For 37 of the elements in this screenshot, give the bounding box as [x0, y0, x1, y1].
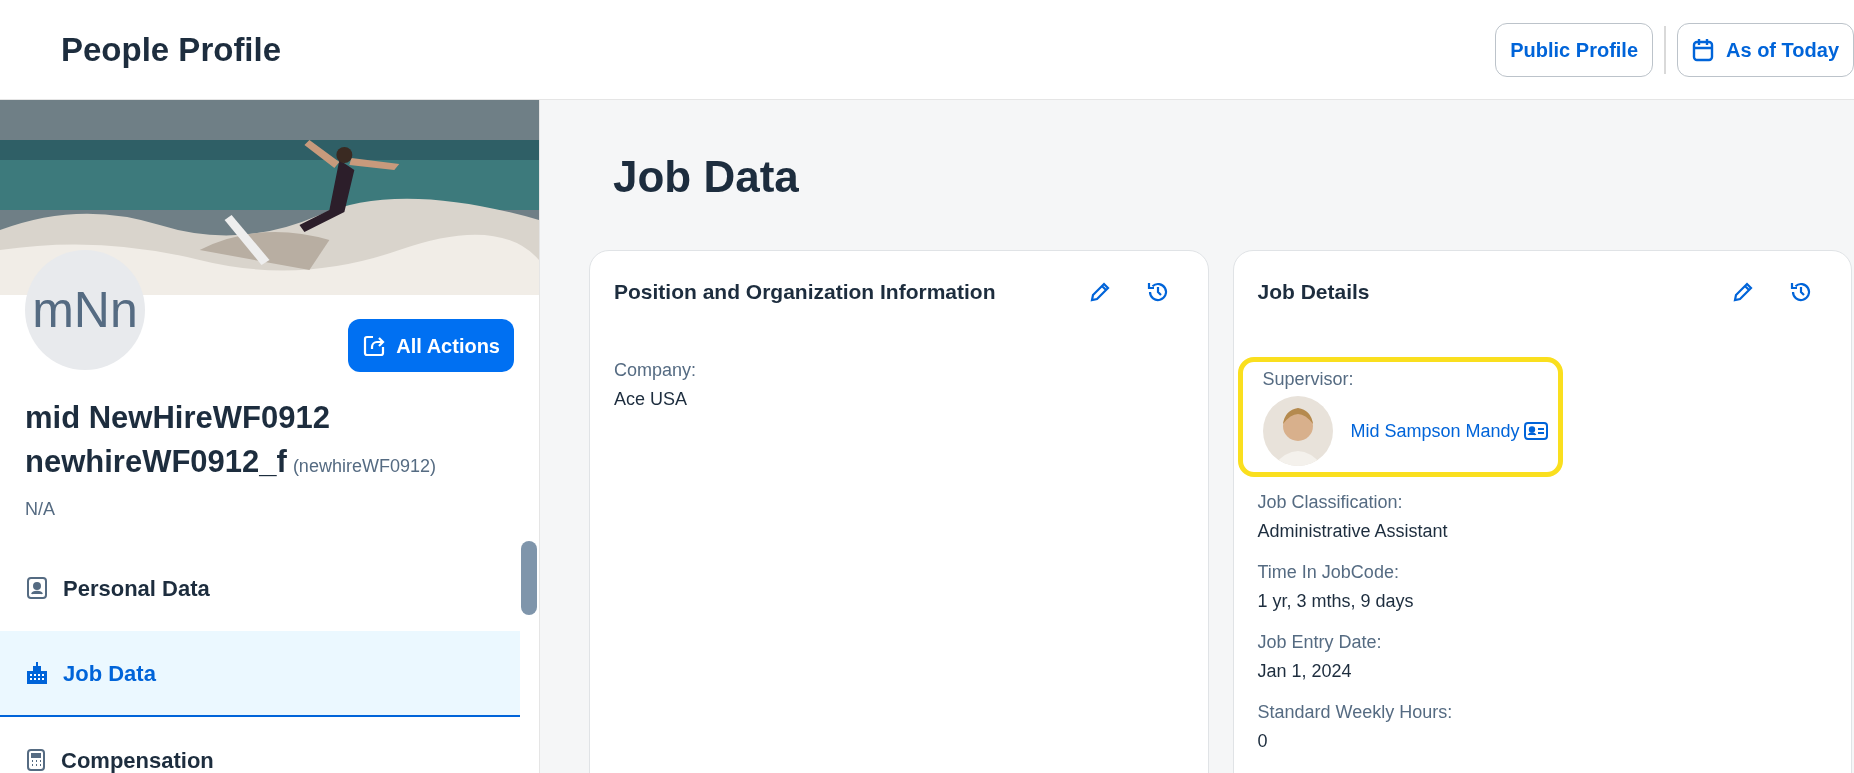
- calendar-icon: [1692, 37, 1715, 62]
- section-title: Job Data: [612, 151, 800, 203]
- field-label: Job Entry Date:: [1257, 631, 1383, 654]
- employee-name: mid NewHireWF0912: [25, 399, 331, 437]
- employee-name: newhireWF0912_f: [25, 443, 287, 481]
- field-value: Jan 1, 2024: [1257, 660, 1353, 683]
- field-value: 1 yr, 3 mths, 9 days: [1257, 590, 1415, 613]
- share-icon: [362, 333, 387, 358]
- nav-item[interactable]: Personal Data: [0, 545, 520, 631]
- nav-item[interactable]: Job Data: [0, 631, 520, 717]
- page-title: People Profile: [61, 29, 282, 70]
- field-value: Ace USA: [614, 388, 689, 411]
- field-label: Supervisor:: [1262, 368, 1355, 391]
- nav-item[interactable]: Compensation: [0, 717, 520, 773]
- field-label: Standard Weekly Hours:: [1257, 701, 1454, 724]
- field-value: Administrative Assistant: [1257, 520, 1449, 543]
- date-button[interactable]: As of Today: [1677, 22, 1854, 77]
- public-profile-button[interactable]: Public Profile: [1495, 22, 1654, 77]
- card-title: Position and Organization Information: [614, 279, 996, 306]
- avatar: mNn: [25, 250, 145, 370]
- supervisor-link[interactable]: Mid Sampson Mandy: [1350, 417, 1520, 445]
- field-value: 0: [1257, 730, 1269, 753]
- building-icon: [25, 661, 49, 685]
- history-icon[interactable]: [1789, 280, 1813, 304]
- employee-subtitle: N/A: [25, 498, 56, 521]
- history-icon[interactable]: [1145, 280, 1170, 304]
- id-card-icon[interactable]: [1523, 422, 1548, 440]
- card-title: Job Details: [1257, 279, 1370, 306]
- contact-card-icon: [25, 576, 49, 600]
- field-label: Time In JobCode:: [1257, 561, 1400, 584]
- field-label: Company:: [614, 359, 698, 382]
- field-label: Job Classification:: [1257, 491, 1404, 514]
- calculator-icon: [25, 748, 47, 772]
- all-actions-button[interactable]: All Actions: [348, 319, 514, 372]
- scrollbar-thumb[interactable]: [521, 541, 537, 615]
- edit-icon[interactable]: [1731, 280, 1755, 304]
- username: (newhireWF0912): [292, 455, 436, 478]
